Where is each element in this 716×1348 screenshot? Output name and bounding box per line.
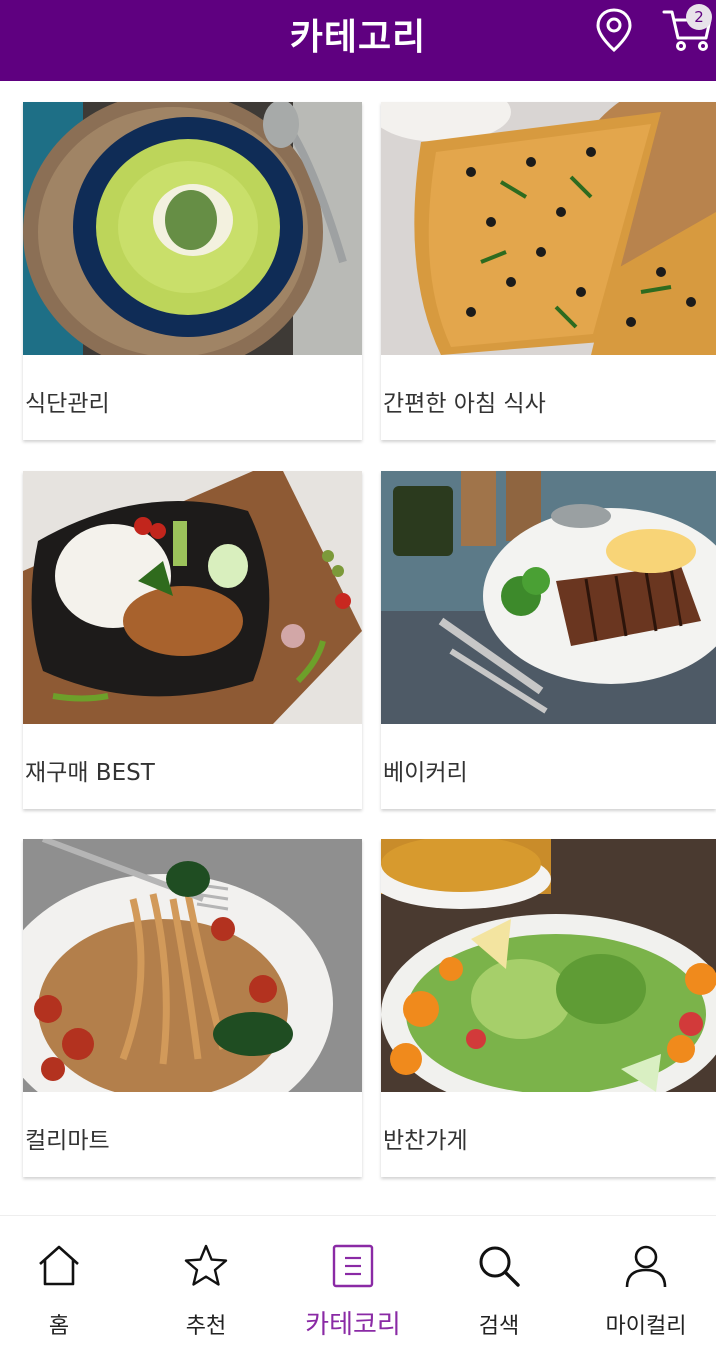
tab-recommend[interactable]: 추천 [147,1216,265,1348]
category-label: 베이커리 [383,760,468,786]
category-label: 반찬가게 [383,1128,468,1154]
tab-home[interactable]: 홈 [0,1216,118,1348]
tab-category[interactable]: 카테코리 [293,1216,413,1348]
rice-stirfry-image [23,471,362,724]
cart-button[interactable]: 2 [660,2,716,54]
grilled-meat-image [381,471,716,724]
category-card[interactable]: 컬리마트 [23,839,362,1177]
bottom-tab-bar: 홈 추천 카테코리 검색 마이컬리 [0,1215,716,1348]
category-label: 간편한 아침 식사 [383,391,546,417]
category-card[interactable]: 반찬가게 [381,839,716,1177]
cart-count-badge: 2 [686,4,712,30]
location-pin-icon[interactable] [594,7,634,53]
tab-label: 검색 [478,1314,520,1339]
category-card[interactable]: 식단관리 [23,102,362,440]
category-list-icon [332,1244,374,1288]
search-icon [479,1246,520,1287]
category-label: 식단관리 [25,391,110,417]
category-label: 컬리마트 [25,1128,110,1154]
app-header: 카테고리 2 [0,0,716,81]
category-grid: 식단관리 간편한 아침 식사 재구매 BEST 베이커리 컬리마트 반찬가게 [0,81,716,1215]
star-icon [184,1244,228,1286]
category-card[interactable]: 간편한 아침 식사 [381,102,716,440]
home-icon [39,1245,79,1286]
salad-image [381,839,716,1092]
category-card[interactable]: 재구매 BEST [23,471,362,809]
tab-label: 카테코리 [305,1310,401,1340]
pizza-image [381,102,716,355]
tab-search[interactable]: 검색 [440,1216,558,1348]
category-label: 재구매 BEST [25,760,155,786]
tab-my-kurly[interactable]: 마이컬리 [586,1216,706,1348]
tab-label: 홈 [48,1314,70,1339]
green-soup-image [23,102,362,355]
tab-label: 마이컬리 [605,1314,687,1339]
category-card[interactable]: 베이커리 [381,471,716,809]
spaghetti-image [23,839,362,1092]
tab-label: 추천 [185,1314,227,1339]
user-icon [625,1245,667,1288]
